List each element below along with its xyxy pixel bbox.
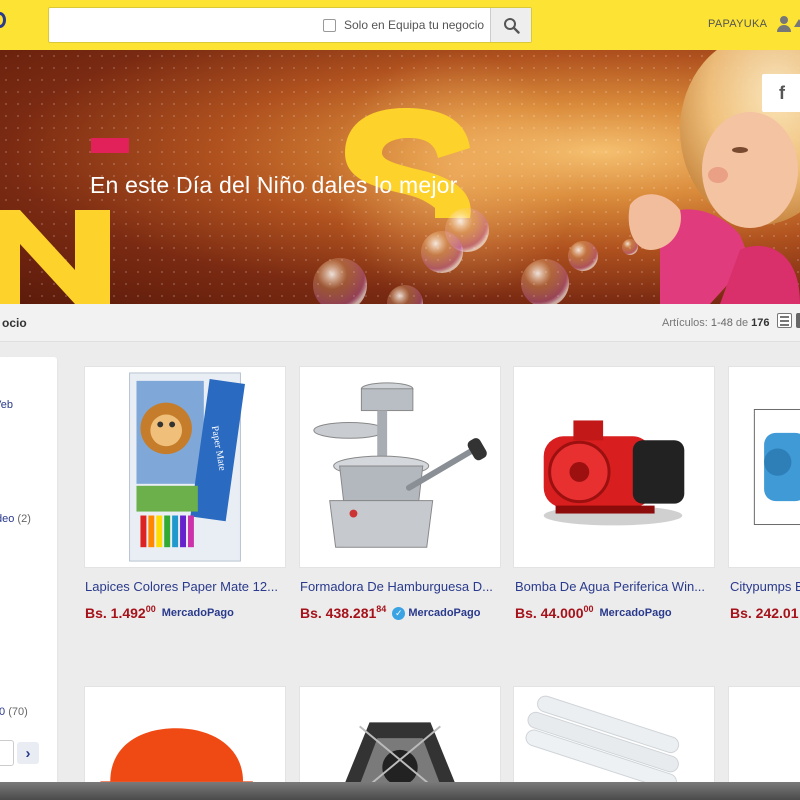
bottom-overlay <box>0 782 800 800</box>
filter-link-price-label: 0 <box>0 706 6 718</box>
filters-sidebar: Veb deo (2) 0 (70) <box>0 357 57 787</box>
product-card[interactable] <box>728 366 800 568</box>
results-label: Artículos: <box>662 317 708 329</box>
top-header: Solo en Equipa tu negocio PAPAYUKA <box>0 0 800 50</box>
product-title[interactable]: Citypumps B <box>730 579 800 594</box>
price-max-input[interactable] <box>0 740 14 766</box>
search-button[interactable] <box>490 8 531 42</box>
mercadopago-badge: MercadoPago <box>599 607 672 619</box>
product-title[interactable]: Formadora De Hamburguesa D... <box>300 579 493 594</box>
product-image-burger-press[interactable] <box>300 367 500 567</box>
site-logo[interactable] <box>0 12 6 28</box>
product-card[interactable] <box>299 366 501 568</box>
product-price: Bs. 438.28184 <box>300 604 387 621</box>
search-icon <box>503 17 520 34</box>
mercadopago-badge: MercadoPago <box>408 607 481 619</box>
filter-link-web[interactable]: Veb <box>0 399 13 411</box>
search-input[interactable] <box>49 8 319 42</box>
chevron-right-icon: › <box>25 744 31 762</box>
bubbles-illustration <box>313 208 638 304</box>
facebook-icon: f <box>779 82 785 103</box>
grid-view-icon[interactable] <box>796 313 800 328</box>
filter-link-video-label: deo <box>0 513 15 525</box>
product-card[interactable] <box>513 366 715 568</box>
product-price-row: Bs. 1.49200 MercadoPago <box>85 604 234 621</box>
product-price-row: Bs. 44.00000 MercadoPago <box>515 604 672 621</box>
filter-link-video-count: (2) <box>17 513 31 525</box>
product-price: Bs. 44.00000 <box>515 604 594 621</box>
results-toolbar: ocio Artículos: 1-48 de 176 <box>0 304 800 342</box>
store-filter-label: Solo en Equipa tu negocio <box>344 18 485 32</box>
product-card[interactable]: Paper Mate <box>84 366 286 568</box>
filter-link-price[interactable]: 0 (70) <box>0 706 28 718</box>
store-filter-checkbox[interactable] <box>323 18 336 32</box>
store-filter[interactable]: Solo en Equipa tu negocio <box>323 8 484 42</box>
price-cents: 00 <box>145 604 156 614</box>
results-of: de <box>735 317 749 329</box>
results-count: Artículos: 1-48 de 176 <box>662 317 770 329</box>
verified-seller-icon: ✓ <box>392 606 406 620</box>
page: Solo en Equipa tu negocio PAPAYUKA En es… <box>0 0 800 800</box>
product-price-row: Bs. 242.01 <box>730 605 799 621</box>
user-menu[interactable]: PAPAYUKA <box>708 15 793 33</box>
price-cents: 84 <box>376 604 387 614</box>
username: PAPAYUKA <box>708 18 768 30</box>
price-cents: 00 <box>583 604 594 614</box>
product-title[interactable]: Bomba De Agua Periferica Win... <box>515 579 705 594</box>
product-image-colored-pencils[interactable]: Paper Mate <box>85 367 285 567</box>
product-image-citypumps[interactable] <box>729 367 800 567</box>
price-filter-go-button[interactable]: › <box>17 742 39 764</box>
banner-accent-bar <box>91 138 129 153</box>
product-price: Bs. 1.49200 <box>85 604 156 621</box>
search-box: Solo en Equipa tu negocio <box>48 7 532 43</box>
store-name: ocio <box>2 316 27 330</box>
list-view-icon[interactable] <box>777 313 792 328</box>
notifications-icon[interactable] <box>794 19 800 27</box>
product-price: Bs. 242.01 <box>730 605 799 621</box>
filter-link-price-count: (70) <box>8 706 28 718</box>
results-total: 176 <box>751 317 770 329</box>
product-title[interactable]: Lapices Colores Paper Mate 12... <box>85 579 278 594</box>
promo-banner[interactable]: En este Día del Niño dales lo mejor f <box>0 50 800 304</box>
decorative-letter-n <box>0 210 110 304</box>
facebook-share-button[interactable]: f <box>762 74 800 112</box>
user-icon <box>775 15 793 33</box>
results-range: 1-48 <box>710 317 733 329</box>
product-image-water-pump[interactable] <box>514 367 714 567</box>
mercadopago-badge: MercadoPago <box>161 607 234 619</box>
product-price-row: Bs. 438.28184 ✓ MercadoPago <box>300 604 481 621</box>
filter-link-video[interactable]: deo (2) <box>0 513 31 525</box>
